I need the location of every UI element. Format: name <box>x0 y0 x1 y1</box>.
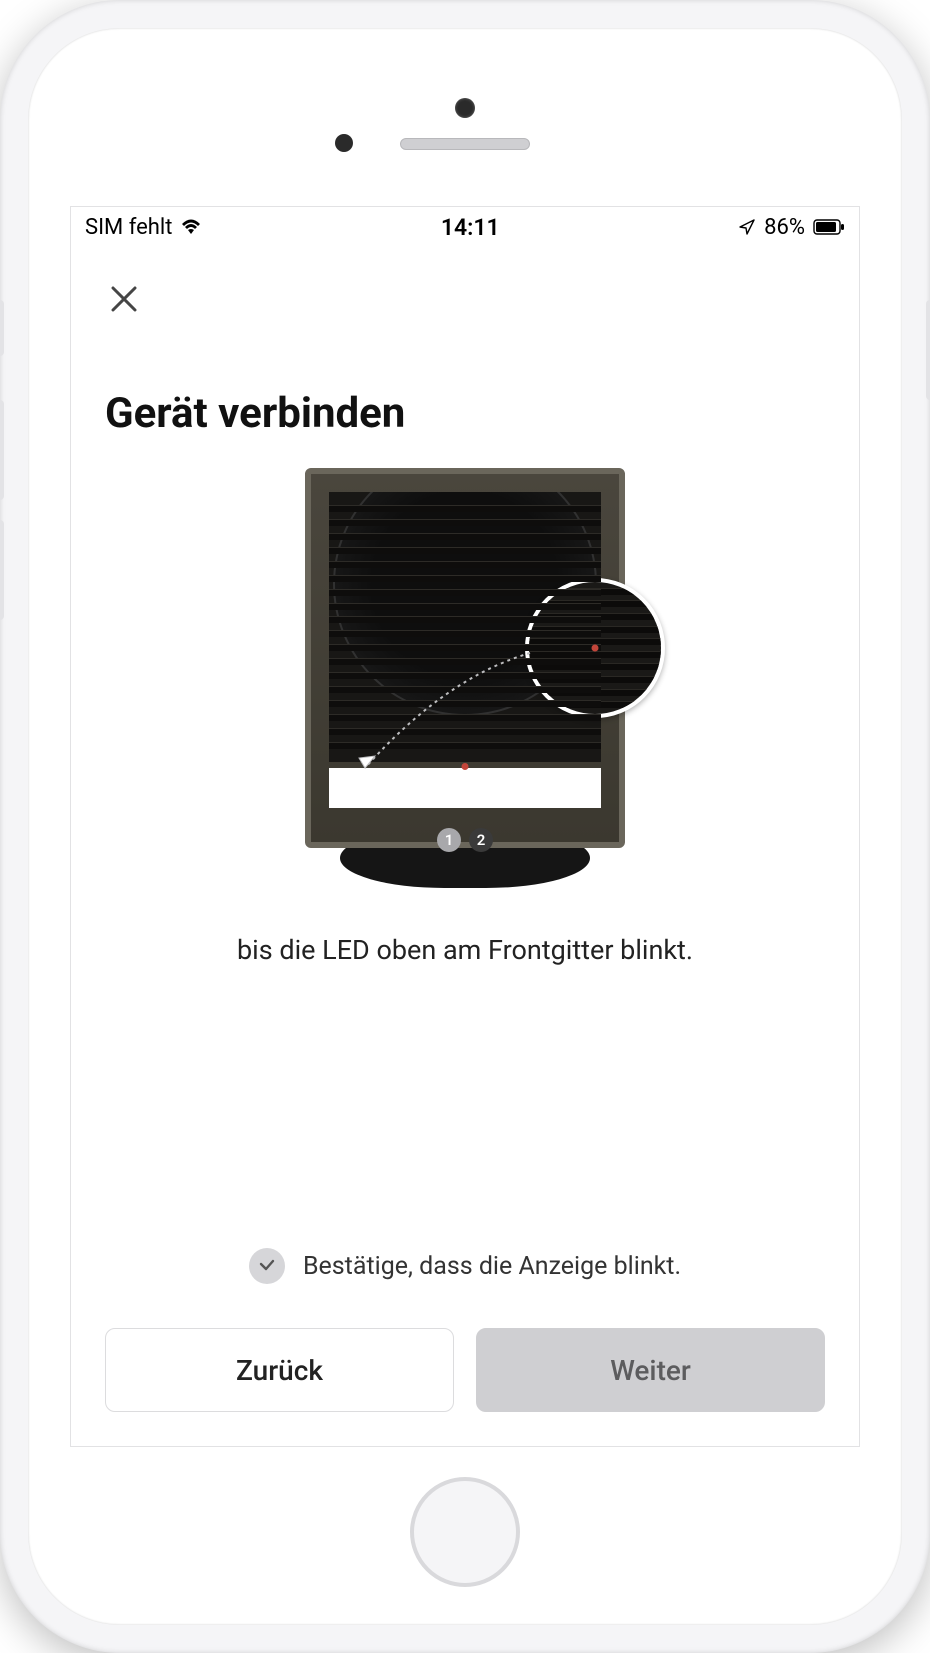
device-illustration: 1 2 <box>105 468 825 888</box>
phone-bezel: SIM fehlt 14:11 86% <box>28 28 902 1625</box>
wifi-icon <box>180 218 202 236</box>
front-camera <box>455 98 475 118</box>
app-content: Gerät verbinden <box>71 247 859 1446</box>
device-body <box>305 468 625 848</box>
next-button-label: Weiter <box>610 1354 691 1387</box>
mute-switch <box>0 300 4 356</box>
confirm-row: Bestätige, dass die Anzeige blinkt. <box>105 1248 825 1284</box>
instruction-text: bis die LED oben am Frontgitter blinkt. <box>105 934 825 966</box>
device-handle-gap <box>329 768 601 808</box>
next-button[interactable]: Weiter <box>476 1328 825 1412</box>
pager: 1 2 <box>437 828 493 852</box>
led-indicator-zoom <box>592 645 599 652</box>
location-icon <box>738 218 756 236</box>
battery-icon <box>813 219 845 235</box>
status-left: SIM fehlt <box>85 215 202 240</box>
check-icon <box>258 1257 276 1275</box>
screen: SIM fehlt 14:11 86% <box>70 206 860 1447</box>
pager-dot-1[interactable]: 1 <box>437 828 461 852</box>
status-bar: SIM fehlt 14:11 86% <box>71 207 859 247</box>
battery-percent-text: 86% <box>764 215 805 240</box>
back-button[interactable]: Zurück <box>105 1328 454 1412</box>
volume-down-button <box>0 520 4 620</box>
volume-up-button <box>0 400 4 500</box>
button-row: Zurück Weiter <box>105 1328 825 1412</box>
confirm-label: Bestätige, dass die Anzeige blinkt. <box>303 1252 681 1281</box>
back-button-label: Zurück <box>236 1354 323 1387</box>
sim-status-text: SIM fehlt <box>85 215 172 240</box>
pager-dot-2[interactable]: 2 <box>469 828 493 852</box>
earpiece-speaker <box>400 138 530 150</box>
home-button[interactable] <box>410 1477 520 1587</box>
phone-frame: SIM fehlt 14:11 86% <box>0 0 930 1653</box>
status-time: 14:11 <box>441 214 500 241</box>
page-title: Gerät verbinden <box>105 389 825 438</box>
proximity-sensor <box>335 134 353 152</box>
close-button[interactable] <box>105 277 143 325</box>
led-indicator <box>462 763 469 770</box>
header-row <box>105 247 825 335</box>
status-right: 86% <box>738 215 845 240</box>
close-icon <box>109 284 139 314</box>
confirm-checkbox[interactable] <box>249 1248 285 1284</box>
power-button <box>926 300 930 400</box>
